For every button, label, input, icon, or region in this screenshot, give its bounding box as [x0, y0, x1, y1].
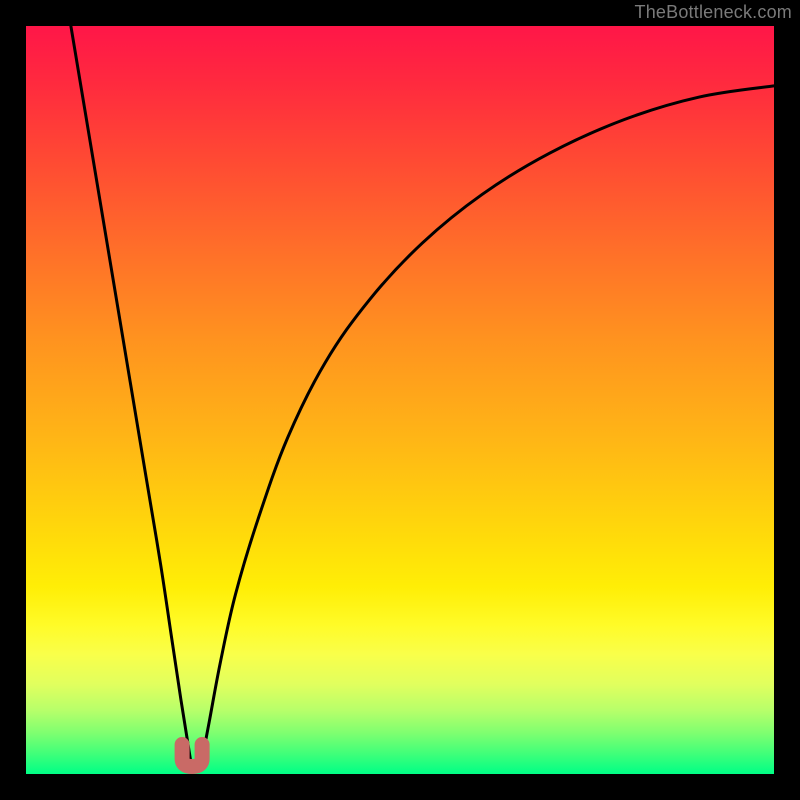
- chart-svg: [26, 26, 774, 774]
- series-right-branch: [201, 86, 774, 765]
- series-left-branch: [71, 26, 191, 765]
- min-u-marker: [182, 745, 202, 767]
- watermark-text: TheBottleneck.com: [635, 2, 792, 23]
- chart-frame: TheBottleneck.com: [0, 0, 800, 800]
- plot-area: [26, 26, 774, 774]
